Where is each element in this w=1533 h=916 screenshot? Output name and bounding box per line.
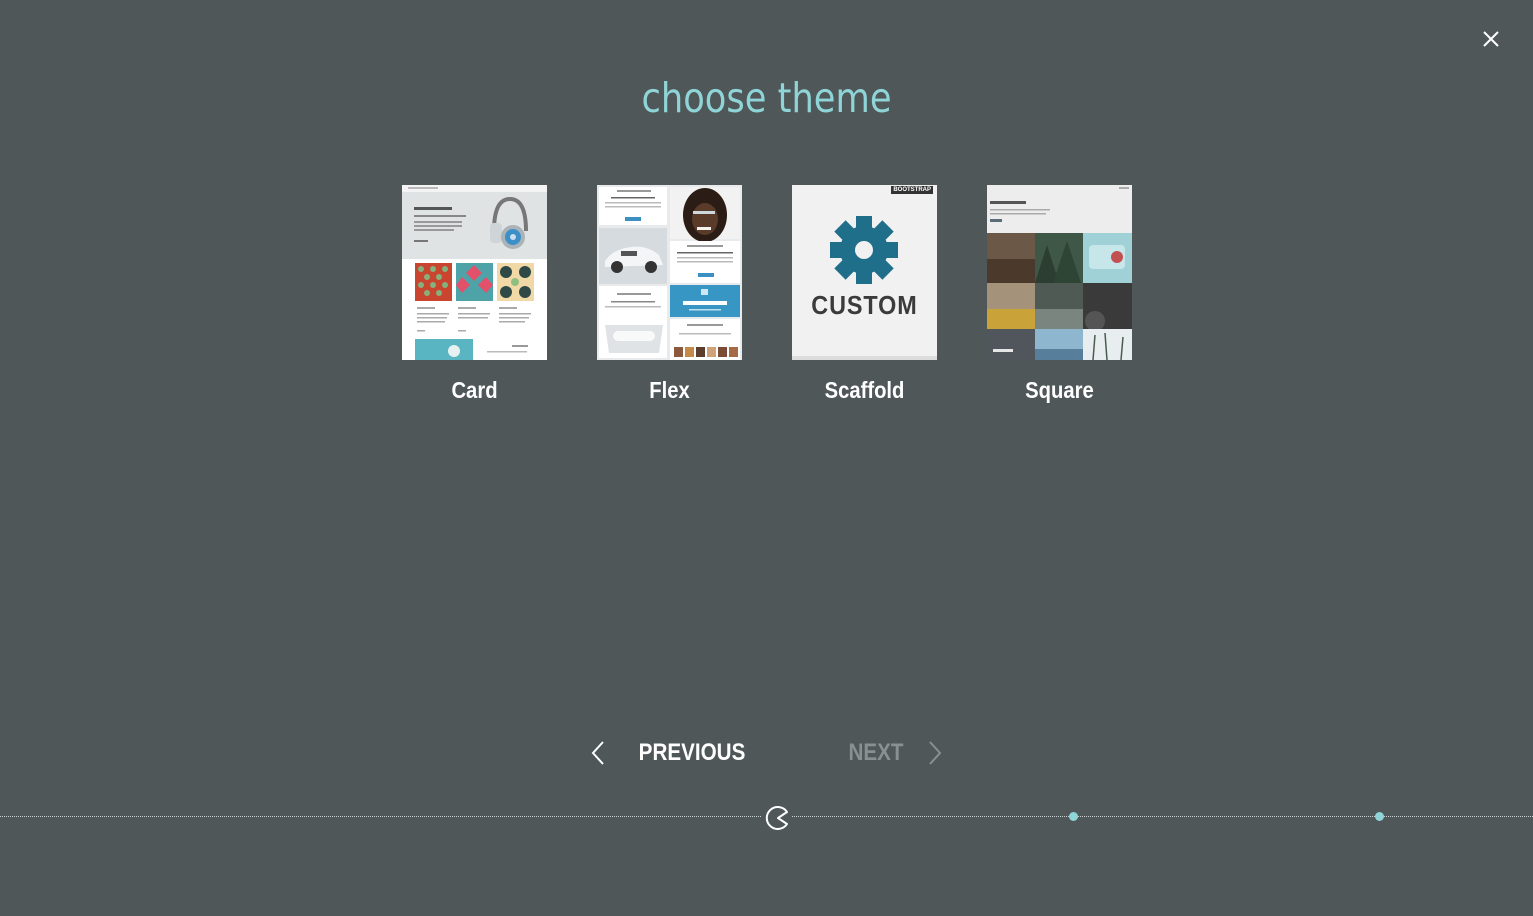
next-label: NEXT bbox=[848, 739, 904, 766]
chevron-right-icon bbox=[929, 741, 942, 765]
close-icon bbox=[1483, 31, 1499, 47]
theme-card-thumbnail bbox=[402, 185, 547, 360]
theme-flex-thumbnail bbox=[597, 185, 742, 360]
theme-scaffold-thumbnail: BOOTSTRAP CUSTOM bbox=[792, 185, 937, 360]
theme-square-label: Square bbox=[1025, 377, 1094, 403]
theme-flex[interactable]: Flex bbox=[597, 185, 742, 404]
progress-current-step bbox=[762, 803, 792, 833]
bootstrap-badge: BOOTSTRAP bbox=[891, 186, 933, 194]
close-button[interactable] bbox=[1478, 26, 1504, 52]
previous-button[interactable]: PREVIOUS bbox=[588, 735, 754, 771]
theme-scaffold[interactable]: BOOTSTRAP CUSTOM Scaffold bbox=[792, 185, 937, 404]
theme-square-thumbnail bbox=[987, 185, 1132, 360]
page-title: choose theme bbox=[641, 74, 892, 122]
chevron-left-icon bbox=[591, 741, 604, 765]
theme-square[interactable]: Square bbox=[987, 185, 1132, 404]
thumbnail-footer bbox=[792, 356, 937, 360]
next-button[interactable]: NEXT bbox=[844, 735, 946, 771]
custom-text: CUSTOM bbox=[811, 290, 918, 320]
theme-grid: Card Flex BOOTSTRAP CUSTOM Scaffold Squa… bbox=[402, 185, 1132, 415]
progress-step-dot bbox=[1069, 812, 1078, 821]
theme-card[interactable]: Card bbox=[402, 185, 547, 404]
theme-flex-label: Flex bbox=[649, 377, 690, 403]
theme-card-label: Card bbox=[451, 377, 498, 403]
theme-scaffold-label: Scaffold bbox=[824, 377, 905, 403]
previous-label: PREVIOUS bbox=[638, 739, 746, 766]
current-step-icon bbox=[765, 806, 788, 830]
progress-step-dot bbox=[1375, 812, 1384, 821]
